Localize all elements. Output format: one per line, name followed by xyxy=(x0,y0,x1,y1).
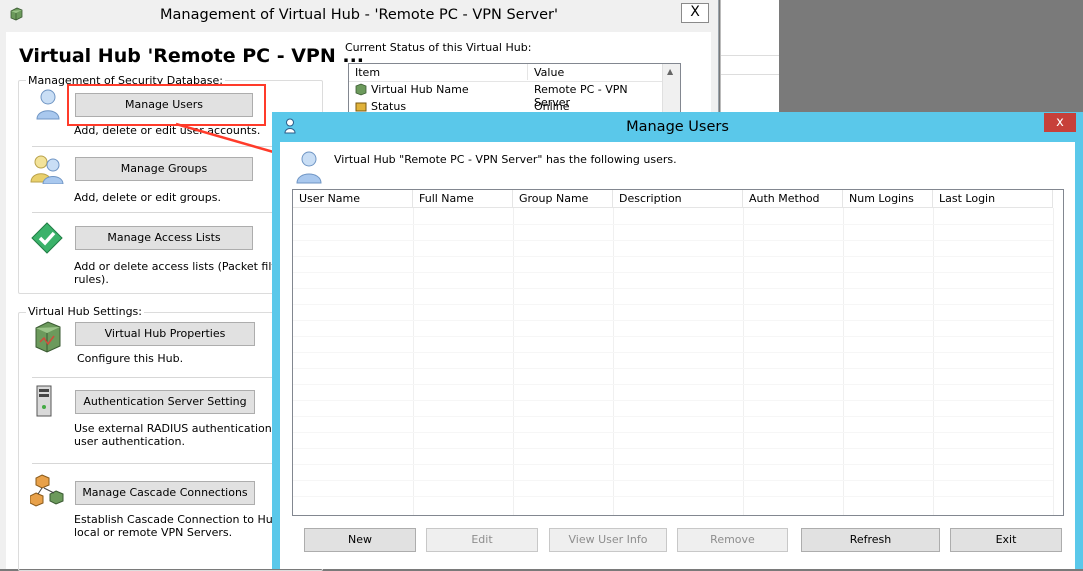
column-header-last-login[interactable]: Last Login xyxy=(933,190,1053,208)
column-header-auth-method[interactable]: Auth Method xyxy=(743,190,843,208)
cascade-connection-icon xyxy=(30,474,64,507)
manage-cascade-connections-button[interactable]: Manage Cascade Connections xyxy=(75,481,255,505)
cascade-description-2: local or remote VPN Servers. xyxy=(74,526,233,539)
manage-access-description-2: rules). xyxy=(74,273,109,286)
refresh-button[interactable]: Refresh xyxy=(801,528,940,552)
status-list[interactable]: Item Value Virtual Hub Name Remote PC - … xyxy=(348,63,681,117)
scroll-up-icon[interactable]: ▲ xyxy=(667,67,673,76)
remove-button[interactable]: Remove xyxy=(677,528,788,552)
manage-groups-button[interactable]: Manage Groups xyxy=(75,157,253,181)
auth-server-description-2: user authentication. xyxy=(74,435,185,448)
manage-access-lists-button[interactable]: Manage Access Lists xyxy=(75,226,253,250)
hub-heading: Virtual Hub 'Remote PC - VPN ... xyxy=(19,45,365,67)
manage-groups-description: Add, delete or edit groups. xyxy=(74,191,221,204)
manage-access-description-1: Add or delete access lists (Packet filte… xyxy=(74,260,305,273)
dialog-close-button[interactable]: x xyxy=(1044,113,1076,132)
dialog-intro-text: Virtual Hub "Remote PC - VPN Server" has… xyxy=(334,153,677,166)
server-icon xyxy=(36,385,52,417)
hub-properties-icon xyxy=(35,321,61,353)
status-group-label: Current Status of this Virtual Hub: xyxy=(343,41,534,54)
title-bar: Management of Virtual Hub - 'Remote PC -… xyxy=(0,0,718,32)
window-title: Management of Virtual Hub - 'Remote PC -… xyxy=(160,7,558,23)
manage-users-description: Add, delete or edit user accounts. xyxy=(74,124,261,137)
status-row[interactable]: Virtual Hub Name Remote PC - VPN Server xyxy=(349,82,662,109)
exit-button[interactable]: Exit xyxy=(950,528,1062,552)
users-table[interactable]: User Name Full Name Group Name Descripti… xyxy=(292,189,1064,516)
status-column-value: Value xyxy=(534,66,565,79)
cascade-description-1: Establish Cascade Connection to Hubs on xyxy=(74,513,303,526)
checkmark-shield-icon xyxy=(31,222,63,254)
hub-icon xyxy=(355,83,367,96)
virtual-hub-properties-button[interactable]: Virtual Hub Properties xyxy=(75,322,255,346)
column-header-num-logins[interactable]: Num Logins xyxy=(843,190,933,208)
dialog-title-bar: Manage Users x xyxy=(272,112,1083,141)
settings-group-label: Virtual Hub Settings: xyxy=(26,305,144,318)
status-scrollbar[interactable]: ▲ xyxy=(662,64,680,116)
dialog-content: Virtual Hub "Remote PC - VPN Server" has… xyxy=(280,142,1075,569)
column-header-group-name[interactable]: Group Name xyxy=(513,190,613,208)
authentication-server-setting-button[interactable]: Authentication Server Setting xyxy=(75,390,255,414)
column-header-user-name[interactable]: User Name xyxy=(293,190,413,208)
user-icon xyxy=(296,151,322,184)
status-header: Item Value xyxy=(349,64,680,82)
view-user-info-button[interactable]: View User Info xyxy=(549,528,667,552)
group-icon xyxy=(30,155,64,184)
new-button[interactable]: New xyxy=(304,528,416,552)
manage-users-dialog: Manage Users x Virtual Hub "Remote PC - … xyxy=(272,112,1083,569)
edit-button[interactable]: Edit xyxy=(426,528,538,552)
hub-properties-description: Configure this Hub. xyxy=(77,352,184,365)
column-header-description[interactable]: Description xyxy=(613,190,743,208)
status-column-item: Item xyxy=(355,66,381,79)
dialog-title: Manage Users xyxy=(626,119,729,135)
status-item: Virtual Hub Name xyxy=(371,83,469,96)
column-header-full-name[interactable]: Full Name xyxy=(413,190,513,208)
highlight-box xyxy=(67,84,266,126)
close-button[interactable]: X xyxy=(681,3,709,23)
user-icon xyxy=(36,89,60,120)
